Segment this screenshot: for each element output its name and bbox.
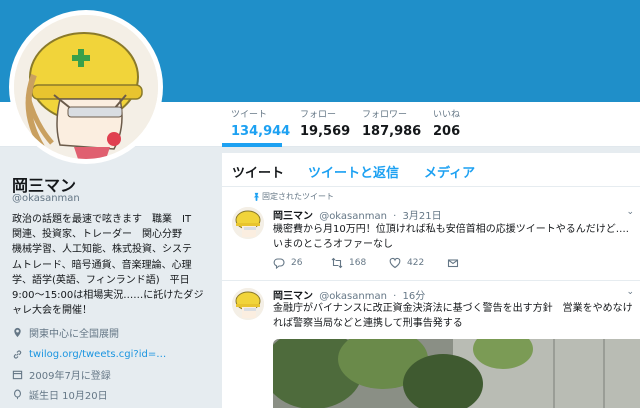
reply-count: 26 [291, 258, 303, 268]
stat-followers-value: 187,986 [362, 124, 422, 139]
hardhat-character-avatar-icon [232, 207, 264, 239]
tab-tweets[interactable]: ツイート [232, 162, 284, 181]
timeline-tabs: ツイート ツイートと返信 メディア [222, 153, 640, 187]
stat-following-value: 19,569 [300, 124, 351, 139]
like-button[interactable]: 422 [389, 257, 447, 269]
link-icon [13, 349, 22, 359]
tweet-text: 金融庁がバイナンスに改正資金決済法に基づく警告を出す方針 営業をやめなけ れば警… [273, 303, 633, 329]
retweet-icon [331, 257, 343, 269]
tweet-media-image[interactable] [273, 339, 640, 408]
message-button[interactable] [447, 257, 505, 269]
chevron-down-icon[interactable]: ⌄ [626, 207, 634, 217]
profile-website-text[interactable]: twilog.org/tweets.cgi?id=… [29, 349, 166, 360]
tweet-header: 岡三マン @okasanman · 3月21日 [273, 207, 442, 222]
stat-following-label: フォロー [300, 110, 337, 120]
stat-followers[interactable]: フォロワー 187,986 [362, 109, 421, 141]
tweet-actions: 26 168 422 [273, 257, 505, 269]
profile-location: 関東中心に全国展開 [12, 324, 119, 340]
tab-media[interactable]: メディア [424, 162, 475, 181]
tweet-timestamp[interactable]: 3月21日 [403, 211, 442, 222]
stat-tweets[interactable]: ツイート 134,944 [231, 109, 290, 141]
profile-avatar[interactable] [9, 10, 163, 164]
stat-likes-label: いいね [433, 110, 461, 120]
tweet[interactable]: 岡三マン @okasanman · 16分 ⌄ 金融庁がバイナンスに改正資金決済… [222, 281, 640, 408]
tweet-separator: · [393, 211, 397, 222]
stat-following[interactable]: フォロー 19,569 [300, 109, 350, 141]
retweet-button[interactable]: 168 [331, 257, 389, 269]
stat-tweets-value: 134,944 [231, 124, 291, 139]
pin-icon [253, 192, 260, 201]
foliage-photo [273, 339, 640, 408]
tweet-avatar[interactable] [232, 207, 264, 239]
chevron-down-icon[interactable]: ⌄ [626, 287, 634, 297]
envelope-icon [447, 259, 459, 268]
timeline: ツイート ツイートと返信 メディア 固定されたツイート 岡三マン @okasan… [222, 153, 640, 408]
reply-button[interactable]: 26 [273, 257, 331, 269]
pinned-label: 固定されたツイート [253, 191, 334, 202]
reply-icon [273, 258, 285, 269]
profile-birthday-text: 誕生日 10月20日 [29, 390, 108, 402]
balloon-icon [14, 389, 21, 399]
profile-birthday: 誕生日 10月20日 [12, 386, 108, 402]
profile-joined: 2009年7月に登録 [12, 366, 111, 382]
profile-bio: 政治の話題を最速で呟きます 職業 IT 関連、投資家、トレーダー 関心分野 機械… [12, 214, 204, 317]
profile-website[interactable]: twilog.org/tweets.cgi?id=… [12, 346, 166, 362]
tweet-avatar[interactable] [232, 288, 264, 320]
heart-icon [389, 257, 401, 269]
tweet-header: 岡三マン @okasanman · 16分 [273, 287, 425, 302]
calendar-icon [12, 370, 23, 379]
stat-active-underline [222, 143, 282, 147]
tweet-author-name[interactable]: 岡三マン [273, 211, 313, 222]
tab-tweets-and-replies[interactable]: ツイートと返信 [308, 162, 399, 181]
pinned-tweet[interactable]: 固定されたツイート 岡三マン @okasanman · 3月21日 ⌄ 機密費か… [222, 187, 640, 281]
stat-likes-value: 206 [433, 124, 461, 139]
hardhat-character-avatar-icon [14, 15, 158, 159]
retweet-count: 168 [349, 258, 367, 268]
tweet-author-handle[interactable]: @okasanman [319, 211, 387, 222]
profile-joined-text: 2009年7月に登録 [29, 370, 111, 382]
profile-handle[interactable]: @okasanman [12, 193, 80, 204]
location-pin-icon [14, 327, 21, 337]
stat-tweets-label: ツイート [231, 110, 268, 120]
like-count: 422 [407, 258, 425, 268]
profile-sidebar: 岡三マン @okasanman 政治の話題を最速で呟きます 職業 IT 関連、投… [0, 160, 218, 408]
tweet-text: 機密費から月10万円！位頂ければ私も安倍首相の応援ツイートやるんだけど…. いま… [273, 224, 629, 250]
stat-followers-label: フォロワー [362, 110, 408, 120]
profile-location-text: 関東中心に全国展開 [29, 328, 119, 340]
hardhat-character-avatar-icon [232, 288, 264, 320]
stat-likes[interactable]: いいね 206 [433, 109, 460, 141]
pinned-label-text: 固定されたツイート [262, 192, 334, 201]
